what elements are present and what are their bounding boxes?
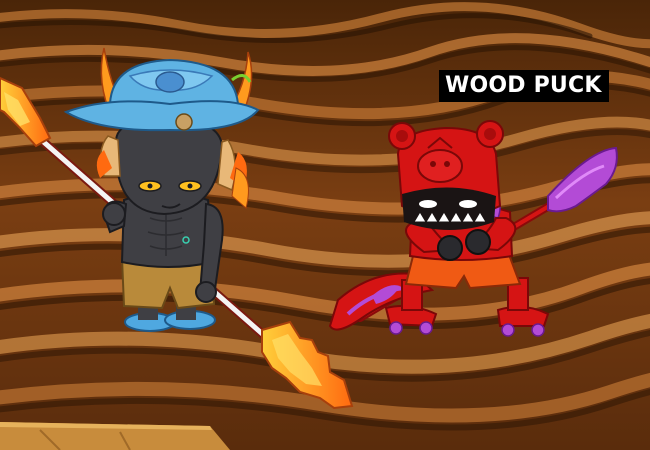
enemy-eye-right (459, 200, 477, 208)
game-scene: WOOD PUCK (0, 0, 650, 450)
battlefield (0, 0, 650, 450)
enemy-eye-left (419, 200, 437, 208)
ground-ledge (0, 422, 230, 450)
enemy-hand-left (437, 235, 463, 261)
enemy-hand-right (465, 229, 491, 255)
hero-hand-right (195, 281, 217, 303)
hero-hand-left (102, 202, 126, 226)
enemy-nameplate: WOOD PUCK (439, 70, 609, 102)
